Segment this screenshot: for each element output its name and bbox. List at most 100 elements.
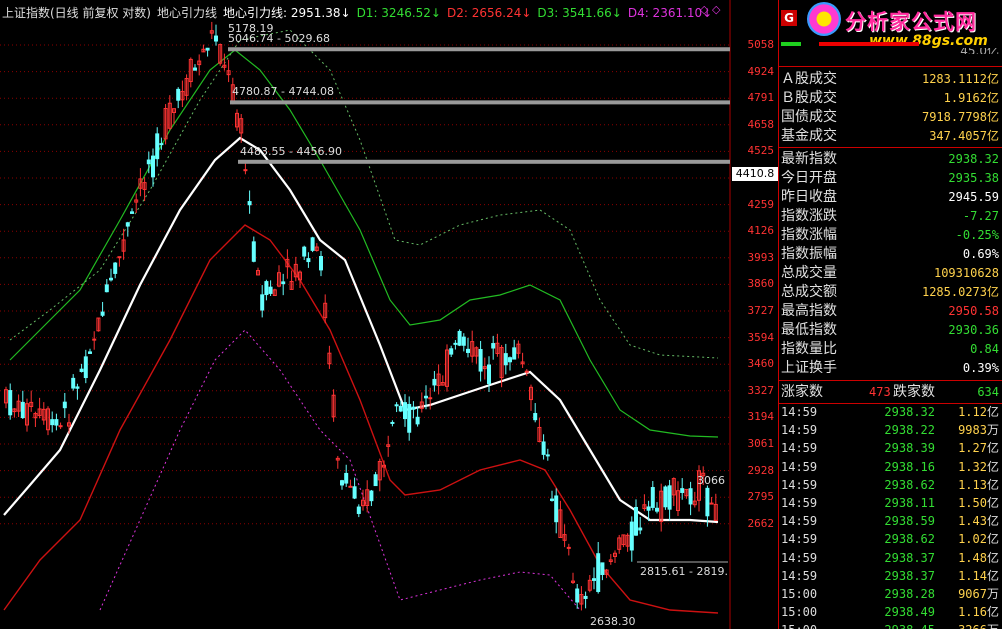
- tick-time: 14:59: [781, 441, 818, 456]
- stat-value: 2930.36: [948, 323, 999, 337]
- tick-volume: 9983万: [958, 423, 999, 438]
- tick-row: 14:59 2938.39 1.27亿: [779, 439, 1002, 457]
- price-tick: 3327: [747, 383, 775, 397]
- candle-body: [550, 498, 554, 501]
- stat-row: 基金成交 347.4057亿: [779, 127, 1002, 146]
- tick-unit: 亿: [986, 496, 999, 510]
- candle-body: [100, 311, 105, 316]
- candle-body: [264, 281, 269, 296]
- price-tick: 3594: [747, 330, 775, 344]
- tick-price: 2938.16: [884, 459, 935, 474]
- candle-body: [461, 336, 466, 346]
- stat-label: 指数涨跌: [781, 208, 837, 224]
- kline-chart[interactable]: 上证指数(日线 前复权 对数) 地心引力线 地心引力线: 2951.38↓ D1: 3…: [0, 0, 778, 629]
- candle-body: [453, 342, 458, 345]
- tick-volume: 1.50亿: [958, 496, 999, 510]
- tick-time: 15:00: [781, 605, 818, 620]
- tick-price: 2938.62: [884, 477, 935, 492]
- candle-body: [125, 222, 130, 227]
- candle-body: [62, 401, 67, 409]
- candle-body: [155, 133, 160, 160]
- red-bar: [819, 42, 919, 46]
- candle-body: [306, 258, 311, 263]
- candle-body: [176, 88, 181, 101]
- tick-row: 14:59 2938.37 1.14亿: [779, 567, 1002, 585]
- tick-price: 2938.45: [851, 621, 935, 629]
- tick-unit: 亿: [986, 405, 999, 419]
- candle-body: [50, 419, 55, 426]
- indicator-value-3: D3: 3541.66↓: [537, 6, 622, 20]
- candle-body: [71, 377, 76, 389]
- stat-value: 0.39%: [962, 361, 999, 375]
- indicator-value-0: 地心引力线: 2951.38↓: [223, 6, 351, 20]
- tick-price: 2938.37: [884, 568, 935, 583]
- stat-value: 0.69%: [962, 247, 999, 261]
- candle-body: [638, 527, 643, 531]
- candle-body: [281, 281, 286, 285]
- stat-row: 总成交额 1285.0273亿: [779, 283, 1002, 302]
- quote-panel: G 分析家公式网 www.88gs.com 45.0亿 Ａ股成交 1283.111…: [778, 0, 1002, 629]
- candle-body: [373, 474, 378, 487]
- candle-body: [8, 390, 13, 416]
- range-bar: [230, 100, 730, 105]
- stat-label: 总成交量: [781, 265, 837, 281]
- tick-price: 2938.49: [884, 605, 935, 620]
- candle-body: [554, 495, 559, 523]
- candle-body: [655, 507, 659, 512]
- tick-time: 14:59: [781, 550, 818, 565]
- stat-value: 1283.1112亿: [921, 72, 999, 86]
- stat-label: 最低指数: [781, 322, 837, 338]
- candle-body: [541, 441, 546, 455]
- stat-value: 2935.38: [948, 171, 999, 185]
- site-logo: G 分析家公式网 www.88gs.com 45.0亿: [779, 0, 1002, 54]
- chart-header: 上证指数(日线 前复权 对数) 地心引力线 地心引力线: 2951.38↓ D1: 3…: [2, 4, 724, 21]
- candle-body: [319, 256, 323, 271]
- stat-row: 总成交量 109310628: [779, 264, 1002, 283]
- tick-unit: 亿: [986, 441, 999, 456]
- tick-unit: 亿: [986, 532, 999, 547]
- tick-volume: 9067万: [958, 587, 999, 601]
- stat-label: 上证换手: [781, 360, 837, 376]
- range-bar: [228, 47, 730, 52]
- candle-body: [268, 286, 273, 294]
- candle-body: [545, 454, 550, 457]
- indicator-name: 地心引力线: [157, 6, 218, 20]
- price-tick: 3860: [747, 277, 775, 291]
- chart-canvas[interactable]: [0, 0, 778, 629]
- candle-body: [457, 330, 462, 346]
- chart-toggle-icons[interactable]: ◇ ◇: [700, 3, 720, 16]
- g-badge: G: [781, 10, 797, 26]
- candle-body: [109, 277, 113, 281]
- price-tick: 4791: [747, 91, 775, 105]
- down-label: 跌家数: [893, 384, 935, 400]
- tick-volume: 1.12亿: [958, 405, 999, 419]
- candle-body: [646, 506, 651, 511]
- price-tick: 3460: [747, 357, 775, 371]
- updown-row: 涨家数 473 跌家数 634: [779, 383, 1002, 402]
- candle-body: [566, 546, 571, 549]
- tick-time: 14:59: [781, 423, 818, 438]
- price-tick: 2928: [747, 463, 775, 477]
- candle-body: [58, 425, 63, 428]
- tick-unit: 亿: [986, 605, 999, 620]
- tick-unit: 万: [987, 623, 999, 629]
- tick-price: 2938.39: [884, 441, 935, 456]
- candle-body: [709, 502, 714, 505]
- candle-body: [503, 353, 508, 366]
- candle-body: [432, 378, 437, 386]
- candle-body: [310, 237, 315, 251]
- price-tick: 3061: [747, 437, 775, 450]
- candle-body: [524, 370, 529, 373]
- stat-value: 7918.7798亿: [921, 110, 999, 124]
- stat-value: 2945.59: [948, 190, 999, 204]
- stat-row: Ａ股成交 1283.1112亿: [779, 70, 1002, 89]
- candle-body: [117, 256, 122, 259]
- candle-body: [251, 241, 256, 262]
- tick-time: 15:00: [781, 587, 818, 601]
- tick-row: 14:59 2938.11 1.50亿: [779, 494, 1002, 512]
- stat-label: 昨日收盘: [781, 189, 837, 205]
- tick-time: 14:59: [781, 459, 818, 474]
- candle-body: [159, 143, 164, 146]
- candle-body: [533, 413, 538, 421]
- candle-body: [130, 211, 134, 214]
